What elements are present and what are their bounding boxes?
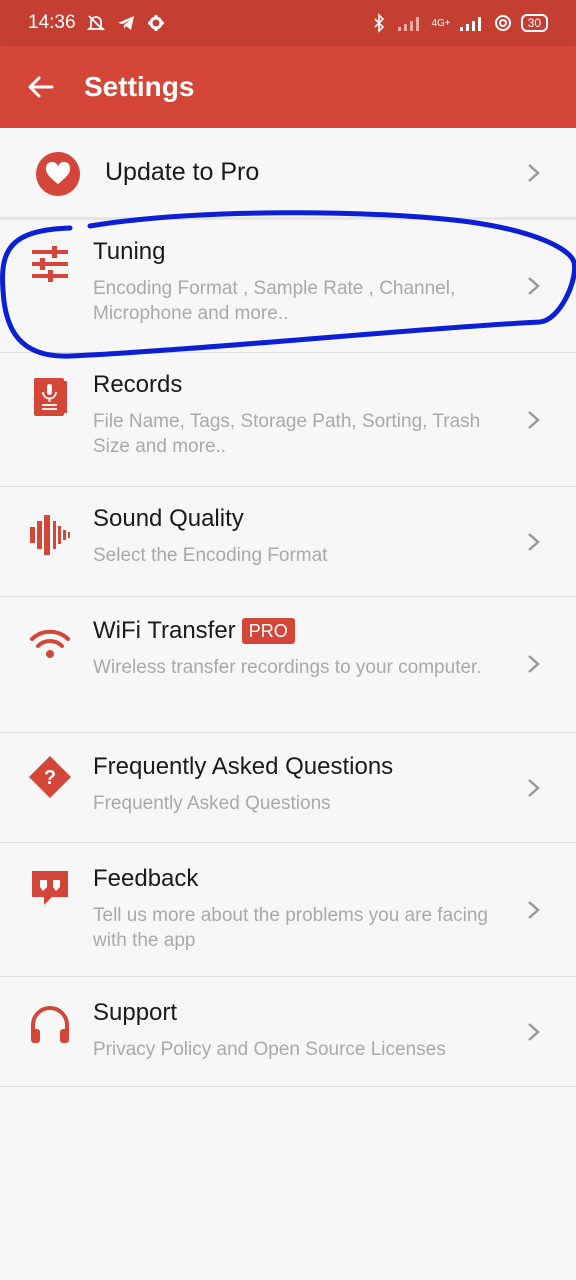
data-saver-icon xyxy=(494,15,511,31)
question-diamond-icon: ? xyxy=(29,756,71,798)
chevron-right-icon xyxy=(528,779,540,797)
feedback-quote-icon xyxy=(32,871,68,905)
bluetooth-icon xyxy=(374,13,385,33)
item-subtitle: Privacy Policy and Open Source Licenses xyxy=(93,1039,446,1060)
settings-item-tuning[interactable]: Tuning Encoding Format , Sample Rate , C… xyxy=(0,220,576,353)
telegram-icon xyxy=(117,16,134,30)
network-type: 4G+ xyxy=(431,17,451,29)
records-book-icon xyxy=(34,378,67,416)
page-title: Settings xyxy=(84,71,195,102)
gear-icon xyxy=(147,15,164,31)
item-subtitle: Wireless transfer recordings to your com… xyxy=(93,657,482,678)
update-to-pro-row[interactable]: Update to Pro xyxy=(0,128,576,220)
wifi-icon xyxy=(30,629,70,658)
svg-text:?: ? xyxy=(44,767,56,789)
item-title: Frequently Asked Questions xyxy=(93,753,394,780)
signal-strong-icon xyxy=(459,17,481,31)
item-title: Feedback xyxy=(93,865,199,892)
chevron-right-icon xyxy=(528,901,540,919)
status-time: 14:36 xyxy=(28,12,76,33)
chevron-right-icon xyxy=(528,411,540,429)
settings-item-wifi-transfer[interactable]: WiFi Transfer PRO Wireless transfer reco… xyxy=(0,597,576,733)
tuning-sliders-icon xyxy=(32,246,68,282)
item-title: Support xyxy=(93,999,178,1026)
signal-weak-icon xyxy=(398,17,420,31)
chevron-right-icon xyxy=(528,164,540,182)
battery-indicator: 30 xyxy=(520,14,548,32)
item-subtitle: Encoding Format , Sample Rate , Channel,… xyxy=(93,278,456,324)
settings-item-sound-quality[interactable]: Sound Quality Select the Encoding Format xyxy=(0,487,576,597)
item-subtitle: File Name, Tags, Storage Path, Sorting, … xyxy=(93,411,481,457)
sound-wave-icon xyxy=(30,515,70,555)
item-title: WiFi Transfer xyxy=(93,617,236,644)
item-subtitle: Frequently Asked Questions xyxy=(93,793,331,814)
settings-list: Update to Pro Tuning Encoding Format , S… xyxy=(0,128,576,1087)
chevron-right-icon xyxy=(528,1023,540,1041)
settings-item-records[interactable]: Records File Name, Tags, Storage Path, S… xyxy=(0,353,576,487)
item-subtitle: Select the Encoding Format xyxy=(93,545,328,566)
app-bar: Settings xyxy=(0,46,576,128)
chevron-right-icon xyxy=(528,533,540,551)
item-title: Records xyxy=(93,371,183,398)
status-bar: 14:36 4G+ 30 xyxy=(0,0,576,46)
update-to-pro-label: Update to Pro xyxy=(105,158,260,186)
item-title: Sound Quality xyxy=(93,505,244,532)
battery-level: 30 xyxy=(527,16,541,30)
back-arrow-icon[interactable] xyxy=(26,72,56,102)
chevron-right-icon xyxy=(528,655,540,673)
pro-badge: PRO xyxy=(241,618,295,644)
item-subtitle: Tell us more about the problems you are … xyxy=(93,905,488,951)
item-title: Tuning xyxy=(93,238,166,265)
muted-notification-icon xyxy=(86,15,105,31)
chevron-right-icon xyxy=(528,277,540,295)
settings-item-feedback[interactable]: Feedback Tell us more about the problems… xyxy=(0,843,576,977)
heart-icon xyxy=(36,152,80,196)
settings-item-faq[interactable]: ? Frequently Asked Questions Frequently … xyxy=(0,733,576,843)
settings-item-support[interactable]: Support Privacy Policy and Open Source L… xyxy=(0,977,576,1087)
headphones-icon xyxy=(31,1006,69,1043)
